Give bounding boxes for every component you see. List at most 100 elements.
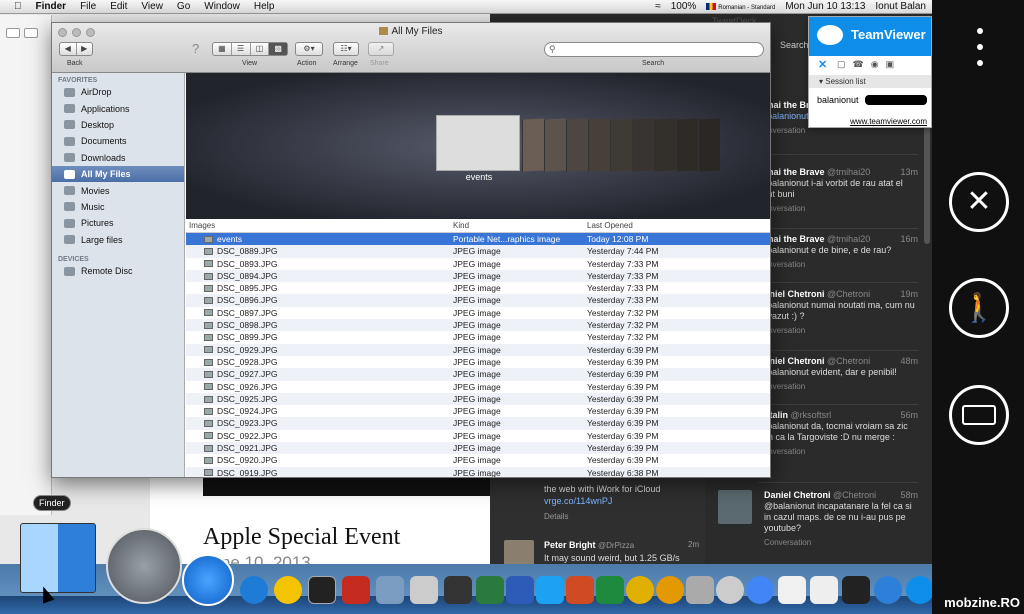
menu-edit[interactable]: Edit: [110, 1, 127, 12]
coverflow-thumbnail[interactable]: [588, 118, 610, 172]
phone-icon[interactable]: ☎: [853, 59, 864, 70]
mail-dock-icon[interactable]: [810, 576, 838, 604]
close-session-button[interactable]: ✕: [949, 172, 1009, 232]
chrome-dock-icon[interactable]: [746, 576, 774, 604]
file-row[interactable]: events Portable Net...raphics image Today …: [186, 233, 770, 246]
umbrella-dock-icon[interactable]: [476, 576, 504, 604]
battery-status[interactable]: 100%: [671, 1, 697, 12]
file-row[interactable]: DSC_0889.JPG JPEG image Yesterday 7:44 PM: [186, 245, 770, 258]
chat-icon[interactable]: ▣: [886, 59, 895, 70]
coverflow-thumbnail[interactable]: [698, 118, 720, 172]
video-icon[interactable]: ▢: [837, 59, 846, 70]
sidebar-item-documents[interactable]: Documents: [52, 133, 184, 149]
coverflow-thumbnail[interactable]: [654, 118, 676, 172]
tweet-author[interactable]: Peter Bright: [544, 540, 596, 550]
file-row[interactable]: DSC_0926.JPG JPEG image Yesterday 6:39 PM: [186, 381, 770, 393]
utility-dock-icon[interactable]: [686, 576, 714, 604]
actions-button[interactable]: 🚶: [949, 278, 1009, 338]
file-row[interactable]: DSC_0893.JPG JPEG image Yesterday 7:33 PM: [186, 258, 770, 270]
sidebar-item-large-files[interactable]: Large files: [52, 232, 184, 248]
column-header-date[interactable]: Last Opened: [587, 219, 770, 232]
sidebar-item-all-my-files[interactable]: All My Files: [52, 165, 184, 183]
file-row[interactable]: DSC_0924.JPG JPEG image Yesterday 6:39 PM: [186, 405, 770, 417]
app-store-dock-icon[interactable]: [182, 554, 234, 606]
teamviewer-dock-icon[interactable]: [906, 576, 932, 604]
launchpad-dock-icon[interactable]: [106, 528, 182, 604]
bg-back-button[interactable]: [6, 28, 20, 38]
list-view-button[interactable]: ☰: [232, 43, 251, 55]
tweet-conversation-link[interactable]: Conversation: [758, 203, 918, 214]
tweet-conversation-link[interactable]: Conversation: [758, 325, 918, 336]
coverflow-thumbnail[interactable]: [610, 118, 632, 172]
column-view-button[interactable]: ◫: [251, 43, 270, 55]
clock[interactable]: Mon Jun 10 13:13: [785, 1, 865, 12]
wifi-icon[interactable]: ≈: [655, 1, 661, 12]
tweet-link[interactable]: vrge.co/114wnPJ: [544, 496, 612, 506]
outlook-dock-icon[interactable]: [656, 576, 684, 604]
tweet-conversation-link[interactable]: Conversation: [758, 446, 918, 457]
bg-forward-button[interactable]: [24, 28, 38, 38]
menu-view[interactable]: View: [141, 1, 163, 12]
sidebar-item-desktop[interactable]: Desktop: [52, 117, 184, 133]
file-row[interactable]: DSC_0898.JPG JPEG image Yesterday 7:32 PM: [186, 319, 770, 332]
file-row[interactable]: DSC_0923.JPG JPEG image Yesterday 6:39 PM: [186, 417, 770, 430]
tweet-handle[interactable]: @rksoftsrl: [791, 410, 832, 420]
terminal-dock-icon[interactable]: [308, 576, 336, 604]
file-row[interactable]: DSC_0897.JPG JPEG image Yesterday 7:32 PM: [186, 307, 770, 319]
user-menu[interactable]: Ionut Balan: [875, 1, 926, 12]
file-row[interactable]: DSC_0920.JPG JPEG image Yesterday 6:39 PM: [186, 454, 770, 466]
tweet[interactable]: Daniel Chetroni @Chetroni 58m @balanionu…: [764, 490, 918, 548]
sidebar-item-downloads[interactable]: Downloads: [52, 150, 184, 166]
clapper-dock-icon[interactable]: [444, 576, 472, 604]
input-source-menu[interactable]: Romanian - Standard: [706, 1, 775, 12]
menu-help[interactable]: Help: [254, 1, 275, 12]
tweet-handle[interactable]: @tmihai20: [827, 167, 870, 177]
file-row[interactable]: DSC_0921.JPG JPEG image Yesterday 6:39 PM: [186, 442, 770, 455]
icon-view-button[interactable]: ▦: [213, 43, 232, 55]
coverflow-thumbnail[interactable]: [676, 118, 698, 172]
menu-go[interactable]: Go: [177, 1, 190, 12]
tweet-handle[interactable]: @Chetroni: [833, 490, 876, 500]
file-row[interactable]: DSC_0899.JPG JPEG image Yesterday 7:32 PM: [186, 331, 770, 343]
file-row[interactable]: DSC_0894.JPG JPEG image Yesterday 7:33 PM: [186, 269, 770, 283]
textedit-dock-icon[interactable]: [778, 576, 806, 604]
session-list-header[interactable]: ▾ Session list: [809, 75, 931, 88]
photo-dock-icon[interactable]: [410, 576, 438, 604]
column-header-kind[interactable]: Kind: [453, 219, 587, 232]
teamviewer-website-link[interactable]: www.teamviewer.com: [850, 117, 927, 126]
file-row[interactable]: DSC_0927.JPG JPEG image Yesterday 6:39 PM: [186, 368, 770, 381]
menu-file[interactable]: File: [80, 1, 96, 12]
file-row[interactable]: DSC_0925.JPG JPEG image Yesterday 6:39 PM: [186, 392, 770, 406]
keyboard-button[interactable]: [949, 385, 1009, 445]
powerpoint-dock-icon[interactable]: [566, 576, 594, 604]
column-header-name[interactable]: Images: [186, 219, 453, 232]
tweet[interactable]: Mihai the Brave @tmihai20 16m @balanionu…: [758, 234, 918, 270]
tweet[interactable]: Daniel Chetroni @Chetroni 19m @balanionu…: [758, 289, 918, 336]
sidebar-item-remote-disc[interactable]: Remote Disc: [52, 263, 184, 279]
file-row[interactable]: DSC_0929.JPG JPEG image Yesterday 6:39 PM: [186, 343, 770, 356]
tweet-conversation-link[interactable]: Conversation: [758, 381, 918, 392]
coverflow-view[interactable]: events: [186, 73, 770, 219]
tweet-handle[interactable]: @Chetroni: [827, 289, 870, 299]
back-button[interactable]: ◀: [60, 43, 77, 55]
file-row[interactable]: DSC_0895.JPG JPEG image Yesterday 7:33 PM: [186, 282, 770, 294]
sidebar-item-music[interactable]: Music: [52, 199, 184, 215]
session-user[interactable]: balanionut: [817, 95, 859, 105]
file-row[interactable]: DSC_0922.JPG JPEG image Yesterday 6:39 PM: [186, 430, 770, 442]
twitter-dock-icon[interactable]: [536, 576, 564, 604]
file-row[interactable]: DSC_0896.JPG JPEG image Yesterday 7:33 PM: [186, 294, 770, 307]
headset-icon[interactable]: ◉: [871, 59, 879, 70]
tweet-conversation-link[interactable]: Conversation: [764, 537, 918, 548]
menu-app-name[interactable]: Finder: [36, 1, 67, 12]
excel-dock-icon[interactable]: [596, 576, 624, 604]
safari-dock-icon[interactable]: [874, 576, 902, 604]
coverflow-thumbnail[interactable]: [566, 118, 588, 172]
coverflow-thumbnail[interactable]: [544, 118, 566, 172]
arrange-menu-button[interactable]: ☷▾: [333, 42, 359, 56]
tweet[interactable]: Mihai the Brave @tmihai20 13m @balanionu…: [758, 167, 918, 214]
finder-dock-icon[interactable]: [20, 523, 96, 593]
tweet[interactable]: Daniel Chetroni @Chetroni 48m @balanionu…: [758, 356, 918, 392]
file-row[interactable]: DSC_0928.JPG JPEG image Yesterday 6:39 PM: [186, 356, 770, 368]
tweet-handle[interactable]: @Chetroni: [827, 356, 870, 366]
apple-menu-icon[interactable]: : [14, 1, 22, 12]
